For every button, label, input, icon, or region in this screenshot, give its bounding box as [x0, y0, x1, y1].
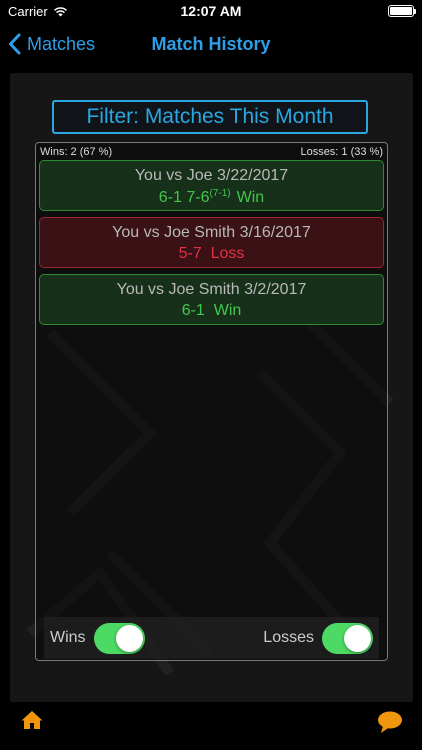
home-icon[interactable] [20, 708, 44, 732]
losses-toggle-label: Losses [263, 629, 314, 646]
match-title: You vs Joe Smith 3/2/2017 [116, 281, 307, 298]
battery-icon [388, 5, 416, 17]
carrier-label: Carrier [8, 3, 48, 19]
wins-toggle-label: Wins [50, 629, 86, 646]
match-sets: 6-1 7-6 [158, 189, 210, 206]
filter-button[interactable]: Filter: Matches This Month [52, 100, 368, 134]
chevron-left-icon [9, 33, 21, 55]
match-card[interactable]: You vs Joe Smith 3/16/2017 5-7 Loss [39, 217, 384, 268]
losses-stat: Losses: 1 (33 %) [300, 146, 383, 158]
losses-toggle[interactable] [322, 622, 373, 654]
match-score: 5-7 Loss [40, 245, 383, 263]
match-outcome: Loss [210, 245, 245, 262]
back-button-label: Matches [27, 33, 96, 54]
nav-bar: Matches Match History [0, 22, 422, 66]
wifi-icon [53, 6, 67, 16]
status-bar: Carrier 12:07 AM [0, 0, 422, 22]
match-title: You vs Joe 3/22/2017 [134, 167, 289, 184]
match-card[interactable]: You vs Joe Smith 3/2/2017 6-1 Win [39, 274, 384, 325]
match-outcome: Win [213, 302, 242, 319]
wins-toggle[interactable] [93, 622, 145, 654]
main-panel: Filter: Matches This Month Wins: 2 (67 %… [10, 73, 413, 702]
filter-toggles: Wins Losses [44, 617, 379, 659]
losses-toggle-group: Losses [263, 622, 373, 654]
match-outcome: Win [236, 189, 265, 206]
match-score: 6-1 Win [40, 302, 383, 320]
toggle-knob [115, 624, 143, 652]
status-left: Carrier [8, 4, 68, 19]
match-card[interactable]: You vs Joe 3/22/2017 6-1 7-6(7-1) Win [39, 160, 384, 211]
match-score: 6-1 7-6(7-1) Win [40, 188, 383, 207]
wins-toggle-group: Wins [50, 622, 145, 654]
match-title: You vs Joe Smith 3/16/2017 [112, 224, 311, 241]
stats-row: Wins: 2 (67 %) Losses: 1 (33 %) [36, 146, 387, 158]
match-list: Wins: 2 (67 %) Losses: 1 (33 %) You vs J… [35, 142, 388, 661]
match-sets: 6-1 [181, 302, 205, 319]
wins-stat: Wins: 2 (67 %) [40, 146, 113, 158]
toggle-knob [344, 624, 371, 652]
back-button[interactable]: Matches [8, 22, 95, 66]
match-sets: 5-7 [178, 245, 202, 262]
match-tiebreak: (7-1) [209, 188, 231, 199]
chat-bubble-icon[interactable] [377, 710, 403, 734]
